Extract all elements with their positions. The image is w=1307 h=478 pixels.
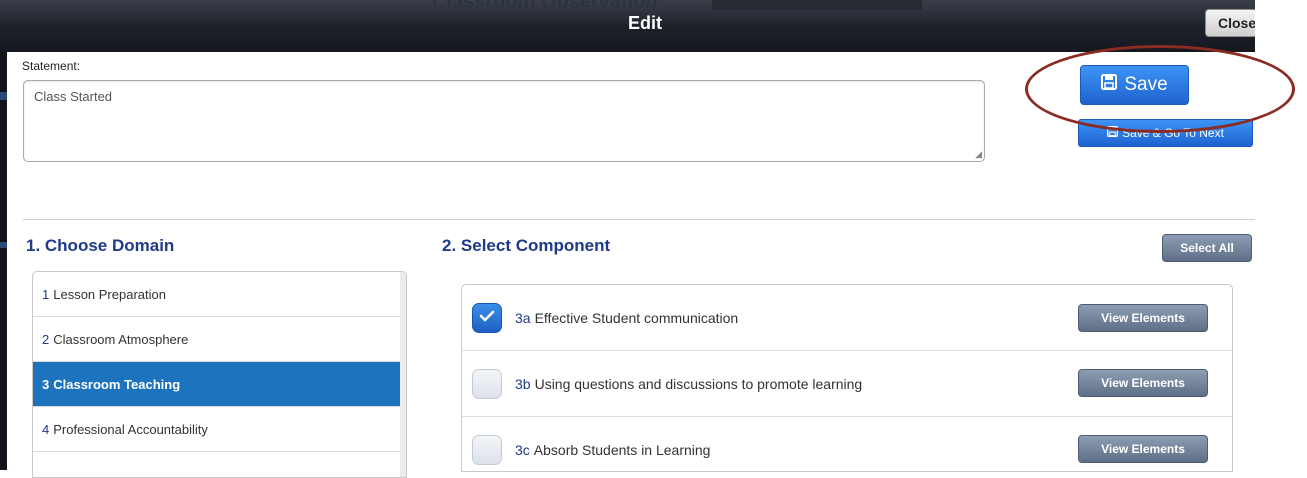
domain-item-classroom-teaching[interactable]: 3 Classroom Teaching [33,362,406,407]
domain-label: Lesson Preparation [53,286,166,302]
component-list: 3a Effective Student communication View … [461,284,1233,472]
component-item-3b[interactable]: 3b Using questions and discussions to pr… [462,351,1232,417]
background-page-edge [0,52,7,470]
dialog-title: Edit [628,13,662,33]
view-elements-button[interactable]: View Elements [1078,369,1208,397]
component-label: Using questions and discussions to promo… [534,375,863,392]
checkmark-icon [479,309,495,326]
select-all-button[interactable]: Select All [1162,234,1252,262]
domain-label: Classroom Atmosphere [53,331,189,347]
domain-number: 2 [42,331,50,347]
statement-value: Class Started [34,89,113,104]
domain-label: Classroom Teaching [53,376,181,392]
component-label: Effective Student communication [534,309,739,326]
background-page-subtitle [712,0,922,10]
domain-item-lesson-preparation[interactable]: 1 Lesson Preparation [33,272,406,317]
component-label: Absorb Students in Learning [533,441,711,458]
domain-item-classroom-atmosphere[interactable]: 2 Classroom Atmosphere [33,317,406,362]
domain-list-scrollbar[interactable] [400,272,406,477]
domain-number: 3 [42,376,50,392]
component-code: 3a [515,309,531,326]
domain-label: Professional Accountability [53,421,208,437]
view-elements-button[interactable]: View Elements [1078,435,1208,463]
domain-number: 1 [42,286,50,302]
component-item-3c[interactable]: 3c Absorb Students in Learning View Elem… [462,417,1232,471]
section-divider [23,219,1255,220]
dialog-titlebar: Classroom Observation Edit [0,0,1255,52]
domain-number: 4 [42,421,50,437]
background-page-title: Classroom Observation [432,0,658,13]
domain-item-empty [33,452,406,477]
annotation-highlight-ellipse [1025,45,1295,133]
component-code: 3b [515,375,531,392]
select-component-heading: 2. Select Component [442,236,611,255]
statement-textarea[interactable]: Class Started ◢ [23,80,985,162]
statement-label: Statement: [22,59,81,73]
component-checkbox[interactable] [472,302,502,333]
component-item-3a[interactable]: 3a Effective Student communication View … [462,285,1232,351]
view-elements-button[interactable]: View Elements [1078,304,1208,332]
component-checkbox[interactable] [472,368,502,399]
choose-domain-heading: 1. Choose Domain [26,236,175,255]
component-checkbox[interactable] [472,434,502,465]
component-code: 3c [515,441,530,458]
domain-list: 1 Lesson Preparation 2 Classroom Atmosph… [32,271,407,478]
resize-grip-icon[interactable]: ◢ [975,150,982,159]
domain-item-professional-accountability[interactable]: 4 Professional Accountability [33,407,406,452]
